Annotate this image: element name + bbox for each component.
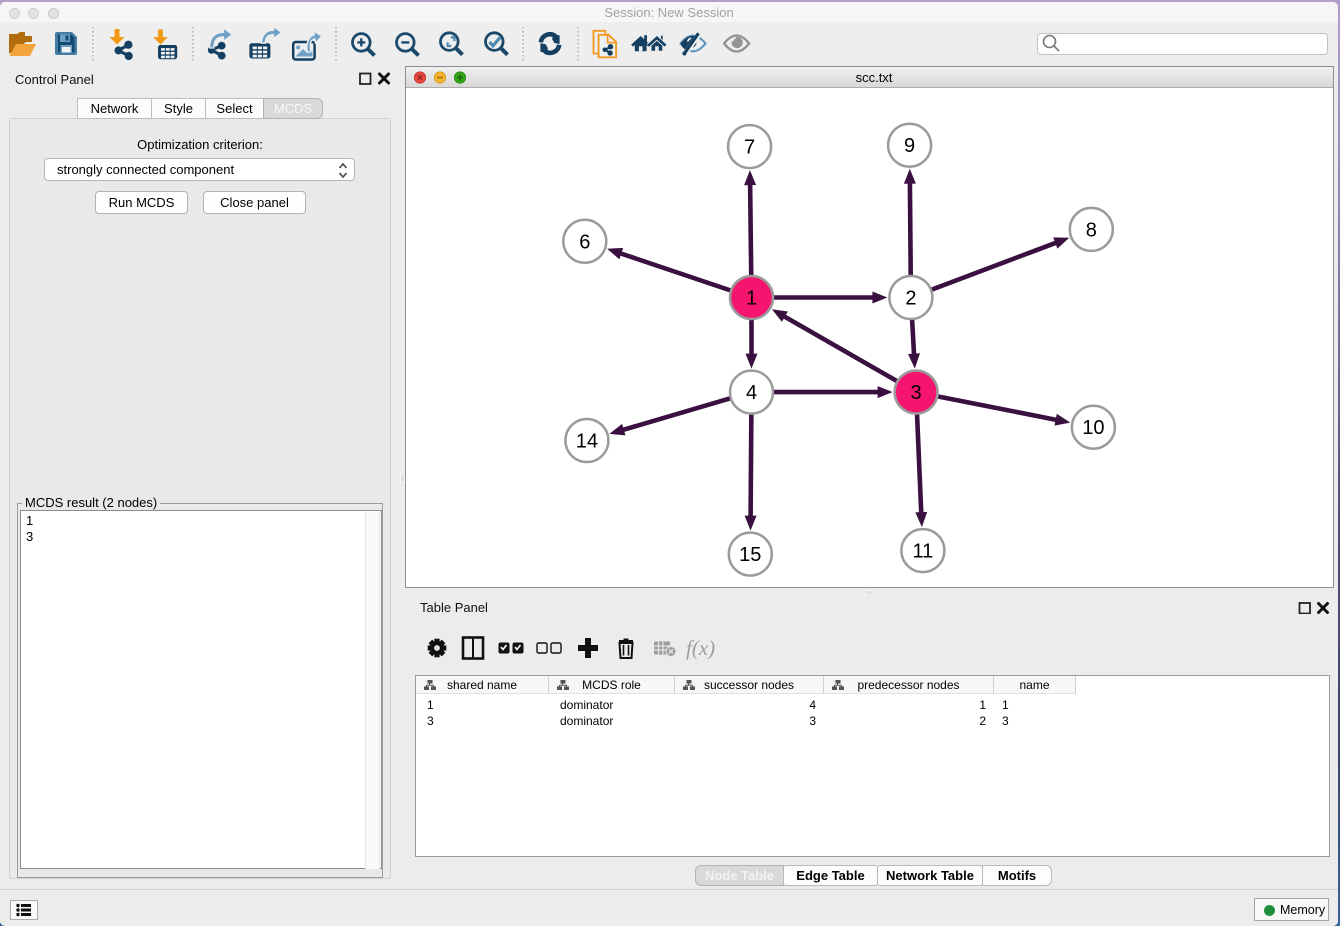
svg-text:11: 11 xyxy=(913,541,934,563)
svg-text:f(x): f(x) xyxy=(686,636,715,660)
svg-text:6: 6 xyxy=(579,231,590,253)
svg-text:2: 2 xyxy=(905,288,916,310)
svg-text:14: 14 xyxy=(576,431,598,453)
svg-text:9: 9 xyxy=(904,135,915,157)
svg-text:15: 15 xyxy=(739,544,761,566)
svg-text:3: 3 xyxy=(911,382,922,404)
svg-text:1: 1 xyxy=(746,288,757,310)
svg-text:7: 7 xyxy=(744,137,755,159)
svg-text:10: 10 xyxy=(1082,417,1104,439)
svg-text:4: 4 xyxy=(746,382,757,404)
svg-text:8: 8 xyxy=(1086,219,1097,241)
